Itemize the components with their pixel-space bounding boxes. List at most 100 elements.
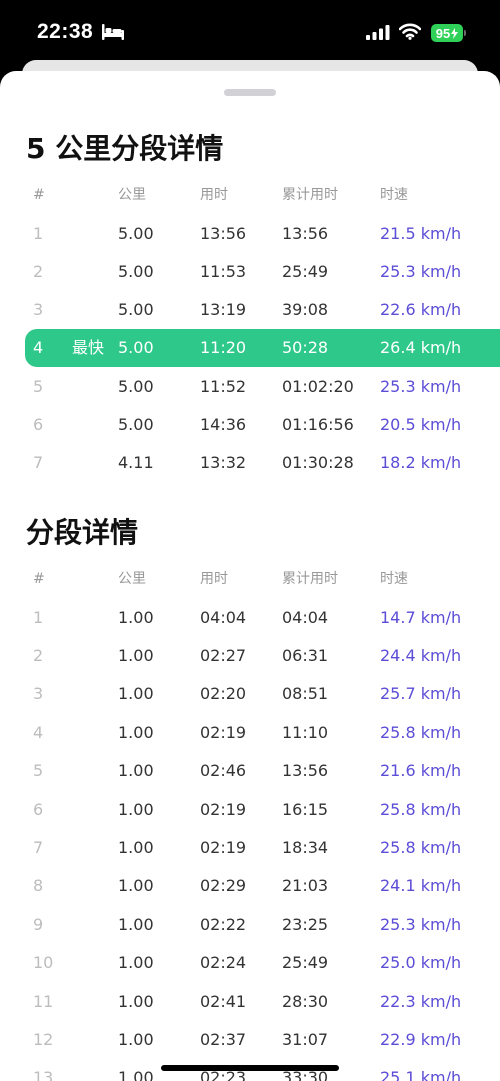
row-km: 5.00	[118, 377, 154, 396]
row-cumulative: 08:51	[282, 684, 329, 703]
row-time: 02:19	[200, 800, 247, 819]
row-speed: 25.3 km/h	[380, 915, 462, 934]
row-speed: 25.0 km/h	[380, 953, 462, 972]
header-index: #	[33, 571, 45, 587]
row-cumulative: 28:30	[282, 992, 329, 1011]
table-row: 2 5.00 11:53 25:49 25.3 km/h	[0, 253, 500, 291]
row-speed: 24.1 km/h	[380, 876, 462, 895]
row-cumulative: 01:16:56	[282, 415, 354, 434]
row-km: 1.00	[118, 608, 154, 627]
row-speed: 25.3 km/h	[380, 377, 462, 396]
battery-level: 95	[435, 25, 451, 41]
row-km: 1.00	[118, 915, 154, 934]
row-cumulative: 50:28	[282, 338, 329, 357]
header-cumulative: 累计用时	[282, 571, 338, 587]
table-row: 6 1.00 02:19 16:15 25.8 km/h	[0, 791, 500, 829]
table-header: # 公里 用时 累计用时 时速	[0, 560, 500, 598]
row-time: 11:52	[200, 377, 247, 396]
row-index: 5	[33, 761, 44, 780]
row-index: 2	[33, 646, 44, 665]
row-cumulative: 21:03	[282, 876, 329, 895]
row-speed: 25.8 km/h	[380, 838, 462, 857]
row-km: 1.00	[118, 1030, 154, 1049]
cellular-signal-icon	[366, 25, 390, 44]
row-index: 5	[33, 377, 44, 396]
row-cumulative: 39:08	[282, 300, 329, 319]
row-cumulative: 25:49	[282, 953, 329, 972]
row-km: 5.00	[118, 415, 154, 434]
bed-icon	[102, 24, 124, 44]
table-header: # 公里 用时 累计用时 时速	[0, 176, 500, 214]
row-km: 5.00	[118, 224, 154, 243]
row-cumulative: 11:10	[282, 723, 329, 742]
wifi-icon	[398, 23, 422, 44]
home-indicator[interactable]	[161, 1065, 339, 1071]
row-time: 04:04	[200, 608, 247, 627]
row-km: 1.00	[118, 684, 154, 703]
row-speed: 26.4 km/h	[380, 338, 462, 357]
row-time: 11:53	[200, 262, 247, 281]
row-time: 02:22	[200, 915, 247, 934]
row-index: 2	[33, 262, 44, 281]
row-time: 02:29	[200, 876, 247, 895]
status-bar: 22:38 95	[0, 0, 500, 64]
row-cumulative: 04:04	[282, 608, 329, 627]
table-row: 10 1.00 02:24 25:49 25.0 km/h	[0, 944, 500, 982]
table-row: 9 1.00 02:22 23:25 25.3 km/h	[0, 906, 500, 944]
row-cumulative: 01:30:28	[282, 453, 354, 472]
row-km: 1.00	[118, 723, 154, 742]
row-speed: 24.4 km/h	[380, 646, 462, 665]
row-time: 13:56	[200, 224, 247, 243]
table-row: 5 1.00 02:46 13:56 21.6 km/h	[0, 752, 500, 790]
table-row: 3 5.00 13:19 39:08 22.6 km/h	[0, 291, 500, 329]
row-time: 14:36	[200, 415, 247, 434]
table-row: 1 1.00 04:04 04:04 14.7 km/h	[0, 599, 500, 637]
row-index: 11	[33, 992, 54, 1011]
row-cumulative: 01:02:20	[282, 377, 354, 396]
split-details-sheet: 5 公里分段详情 # 公里 用时 累计用时 时速 1 5.00 13:56 13…	[0, 71, 500, 1081]
row-cumulative: 18:34	[282, 838, 329, 857]
row-index: 6	[33, 415, 44, 434]
header-km: 公里	[118, 187, 146, 203]
row-time: 13:32	[200, 453, 247, 472]
row-index: 8	[33, 876, 44, 895]
row-speed: 25.3 km/h	[380, 262, 462, 281]
table-row: 2 1.00 02:27 06:31 24.4 km/h	[0, 637, 500, 675]
row-time: 02:27	[200, 646, 247, 665]
row-km: 1.00	[118, 646, 154, 665]
row-index: 4	[33, 723, 44, 742]
row-time: 02:37	[200, 1030, 247, 1049]
row-time: 02:20	[200, 684, 247, 703]
table-row: 7 4.11 13:32 01:30:28 18.2 km/h	[0, 444, 500, 482]
row-km: 1.00	[118, 992, 154, 1011]
sheet-grabber[interactable]	[224, 89, 276, 96]
row-km: 5.00	[118, 262, 154, 281]
row-index: 3	[33, 300, 44, 319]
row-index: 7	[33, 453, 44, 472]
row-cumulative: 31:07	[282, 1030, 329, 1049]
row-speed: 25.8 km/h	[380, 800, 462, 819]
header-km: 公里	[118, 571, 146, 587]
row-speed: 22.6 km/h	[380, 300, 462, 319]
row-index: 13	[33, 1068, 54, 1081]
row-time: 02:19	[200, 723, 247, 742]
row-speed: 25.8 km/h	[380, 723, 462, 742]
table-row: 6 5.00 14:36 01:16:56 20.5 km/h	[0, 406, 500, 444]
row-km: 5.00	[118, 338, 154, 357]
row-time: 02:41	[200, 992, 247, 1011]
row-time: 11:20	[200, 338, 247, 357]
table-row: 3 1.00 02:20 08:51 25.7 km/h	[0, 675, 500, 713]
row-index: 1	[33, 608, 44, 627]
row-km: 1.00	[118, 953, 154, 972]
row-km: 1.00	[118, 838, 154, 857]
row-speed: 21.5 km/h	[380, 224, 462, 243]
row-km: 1.00	[118, 876, 154, 895]
row-speed: 25.1 km/h	[380, 1068, 462, 1081]
row-index: 12	[33, 1030, 54, 1049]
row-cumulative: 13:56	[282, 761, 329, 780]
row-speed: 22.3 km/h	[380, 992, 462, 1011]
row-cumulative: 06:31	[282, 646, 329, 665]
table-row: 7 1.00 02:19 18:34 25.8 km/h	[0, 829, 500, 867]
header-time: 用时	[200, 187, 228, 203]
row-index: 7	[33, 838, 44, 857]
